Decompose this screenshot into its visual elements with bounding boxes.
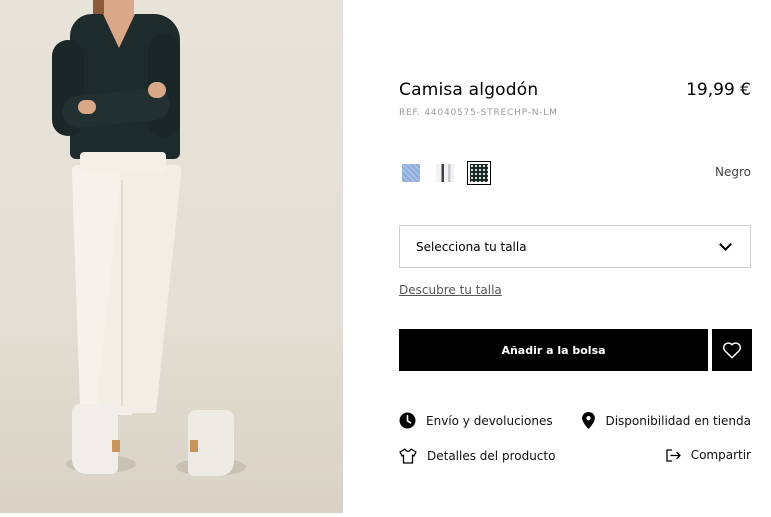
share-arrow-icon: [666, 448, 681, 462]
share-link[interactable]: Compartir: [666, 448, 751, 462]
product-details-link[interactable]: Detalles del producto: [399, 448, 555, 464]
clock-icon: [399, 412, 416, 429]
shipping-returns-label: Envío y devoluciones: [426, 413, 553, 428]
photo-floor: [0, 330, 343, 513]
chevron-down-icon: [719, 238, 732, 251]
product-photo[interactable]: [0, 0, 343, 513]
wishlist-button[interactable]: [712, 329, 752, 371]
color-swatch-blue-pattern[interactable]: [399, 161, 423, 185]
color-swatches: [399, 161, 491, 185]
size-select-label: Selecciona tu talla: [416, 239, 527, 254]
selected-color-name: Negro: [715, 165, 751, 179]
product-details-label: Detalles del producto: [427, 449, 556, 463]
size-select[interactable]: Selecciona tu talla: [399, 225, 751, 268]
shirt-icon: [399, 448, 417, 464]
location-pin-icon: [582, 412, 596, 429]
product-price: 19,99 €: [686, 80, 751, 100]
color-swatch-black-dots[interactable]: [467, 161, 491, 185]
color-swatch-stripe[interactable]: [433, 161, 457, 185]
size-guide-link[interactable]: Descubre tu talla: [399, 283, 502, 297]
share-label: Compartir: [690, 448, 751, 462]
store-availability-link[interactable]: Disponibilidad en tienda: [582, 412, 751, 429]
store-availability-label: Disponibilidad en tienda: [605, 413, 751, 428]
heart-icon: [723, 342, 741, 359]
add-to-bag-button[interactable]: Añadir a la bolsa: [399, 329, 708, 371]
shipping-returns-link[interactable]: Envío y devoluciones: [399, 412, 553, 429]
product-reference: REF. 44040575-STRECHP-N-LM: [399, 108, 558, 118]
product-title: Camisa algodón: [399, 80, 539, 100]
